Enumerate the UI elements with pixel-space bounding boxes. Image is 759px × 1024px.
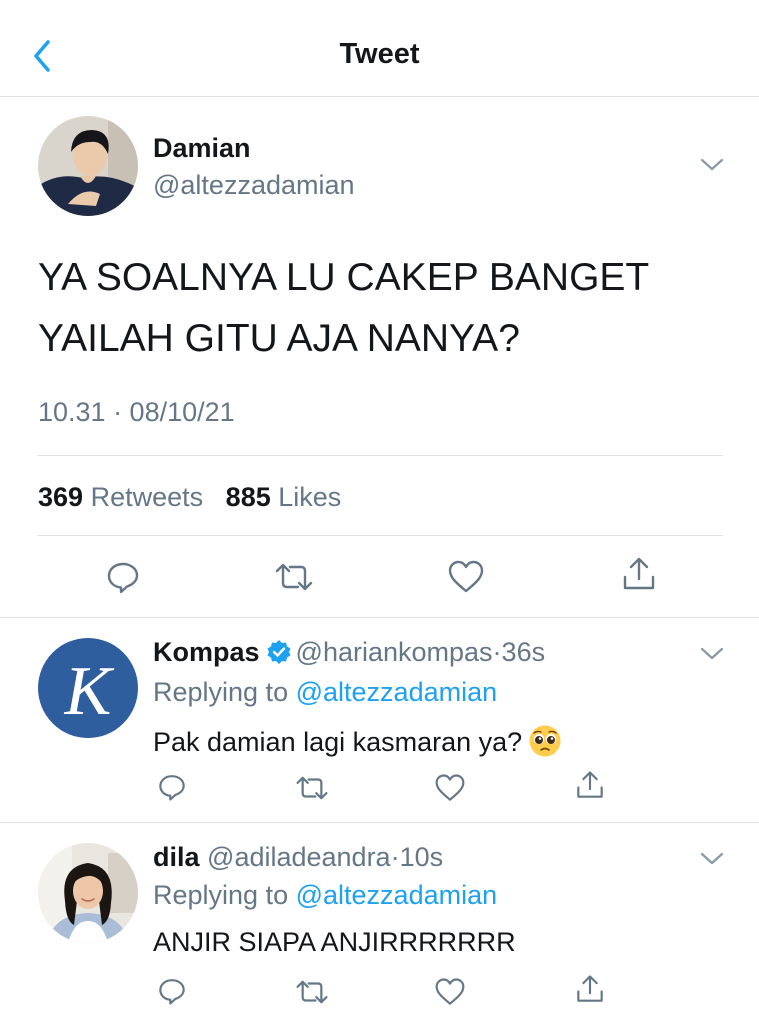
- mention-link[interactable]: @altezzadamian: [296, 677, 498, 707]
- share-button[interactable]: [621, 555, 657, 598]
- reply-author-handle[interactable]: @hariankompas: [296, 637, 493, 667]
- replying-to: Replying to @altezzadamian: [153, 677, 497, 708]
- reply-button[interactable]: [157, 772, 187, 807]
- replying-prefix: Replying to: [153, 880, 289, 910]
- reply-author-name[interactable]: dila: [153, 842, 200, 872]
- like-button[interactable]: [434, 977, 466, 1012]
- retweets-stat[interactable]: 369 Retweets: [38, 482, 211, 512]
- author-handle[interactable]: @altezzadamian: [153, 170, 355, 201]
- reply-header: Kompas @hariankompas·36s: [153, 637, 545, 668]
- page-title: Tweet: [339, 38, 420, 70]
- likes-label: Likes: [278, 482, 342, 512]
- retweet-icon: [296, 776, 328, 800]
- retweet-button[interactable]: [295, 774, 329, 807]
- verified-badge-icon: [267, 640, 291, 664]
- reply-time: 36s: [501, 637, 546, 667]
- retweet-icon: [275, 563, 313, 591]
- like-icon: [435, 774, 465, 801]
- tweet-timestamp: 10.31 · 08/10/21: [38, 397, 235, 427]
- reply-text: Pak damian lagi kasmaran ya?: [153, 724, 562, 758]
- reply-icon: [159, 775, 185, 801]
- author-name[interactable]: Damian: [153, 133, 251, 164]
- tweet-stats: 369 Retweets 885 Likes: [38, 482, 341, 513]
- tweet-menu-button[interactable]: [698, 155, 726, 175]
- reply-author-name[interactable]: Kompas: [153, 637, 260, 667]
- separator: ·: [492, 637, 502, 667]
- reply-header: dila @adiladeandra·10s: [153, 842, 443, 873]
- reply-menu-button[interactable]: [698, 849, 726, 869]
- share-icon: [577, 975, 603, 1002]
- reply-author-handle[interactable]: @adiladeandra: [207, 842, 391, 872]
- author-avatar[interactable]: [38, 116, 138, 216]
- avatar-letter: K: [64, 653, 115, 730]
- retweet-button[interactable]: [274, 561, 314, 598]
- pleading-face-icon: [529, 725, 561, 757]
- share-icon: [623, 557, 655, 590]
- like-icon: [435, 978, 465, 1005]
- reply-text: ANJIR SIAPA ANJIRRRRRRR: [153, 927, 516, 957]
- retweets-label: Retweets: [90, 482, 204, 512]
- reply-button[interactable]: [105, 559, 141, 600]
- likes-count: 885: [225, 482, 271, 512]
- reply-button[interactable]: [157, 976, 187, 1011]
- reply-tweet[interactable]: K Kompas @hariankompas·36s Replying to @…: [0, 618, 759, 822]
- retweets-count: 369: [38, 482, 84, 512]
- like-icon: [448, 560, 484, 593]
- tweet-text-line: YA SOALNYA LU CAKEP BANGET: [38, 256, 650, 299]
- share-button[interactable]: [575, 973, 605, 1010]
- like-button[interactable]: [447, 559, 485, 600]
- tweet-text-line: YAILAH GITU AJA NANYA?: [38, 317, 520, 360]
- chevron-down-icon: [700, 852, 724, 865]
- mention-link[interactable]: @altezzadamian: [296, 880, 498, 910]
- reply-time: 10s: [399, 842, 444, 872]
- separator: ·: [390, 842, 400, 872]
- reply-avatar[interactable]: K: [38, 638, 138, 738]
- chevron-down-icon: [700, 158, 724, 171]
- retweet-button[interactable]: [295, 978, 329, 1011]
- reply-menu-button[interactable]: [698, 644, 726, 664]
- top-bar: Tweet: [0, 0, 759, 97]
- reply-icon: [107, 562, 139, 594]
- share-icon: [577, 771, 603, 798]
- reply-tweet[interactable]: dila @adiladeandra·10s Replying to @alte…: [0, 823, 759, 1024]
- share-button[interactable]: [575, 769, 605, 806]
- reply-icon: [159, 979, 185, 1005]
- reply-text-content: Pak damian lagi kasmaran ya?: [153, 727, 523, 757]
- replying-to: Replying to @altezzadamian: [153, 880, 497, 911]
- retweet-icon: [296, 980, 328, 1004]
- chevron-down-icon: [700, 647, 724, 660]
- like-button[interactable]: [434, 773, 466, 808]
- reply-avatar[interactable]: [38, 843, 138, 943]
- main-tweet: Damian @altezzadamian YA SOALNYA LU CAKE…: [0, 97, 759, 617]
- tweet-text: YA SOALNYA LU CAKEP BANGET YAILAH GITU A…: [38, 247, 718, 369]
- divider: [38, 455, 723, 456]
- replying-prefix: Replying to: [153, 677, 289, 707]
- likes-stat[interactable]: 885 Likes: [226, 482, 342, 512]
- divider: [38, 535, 723, 536]
